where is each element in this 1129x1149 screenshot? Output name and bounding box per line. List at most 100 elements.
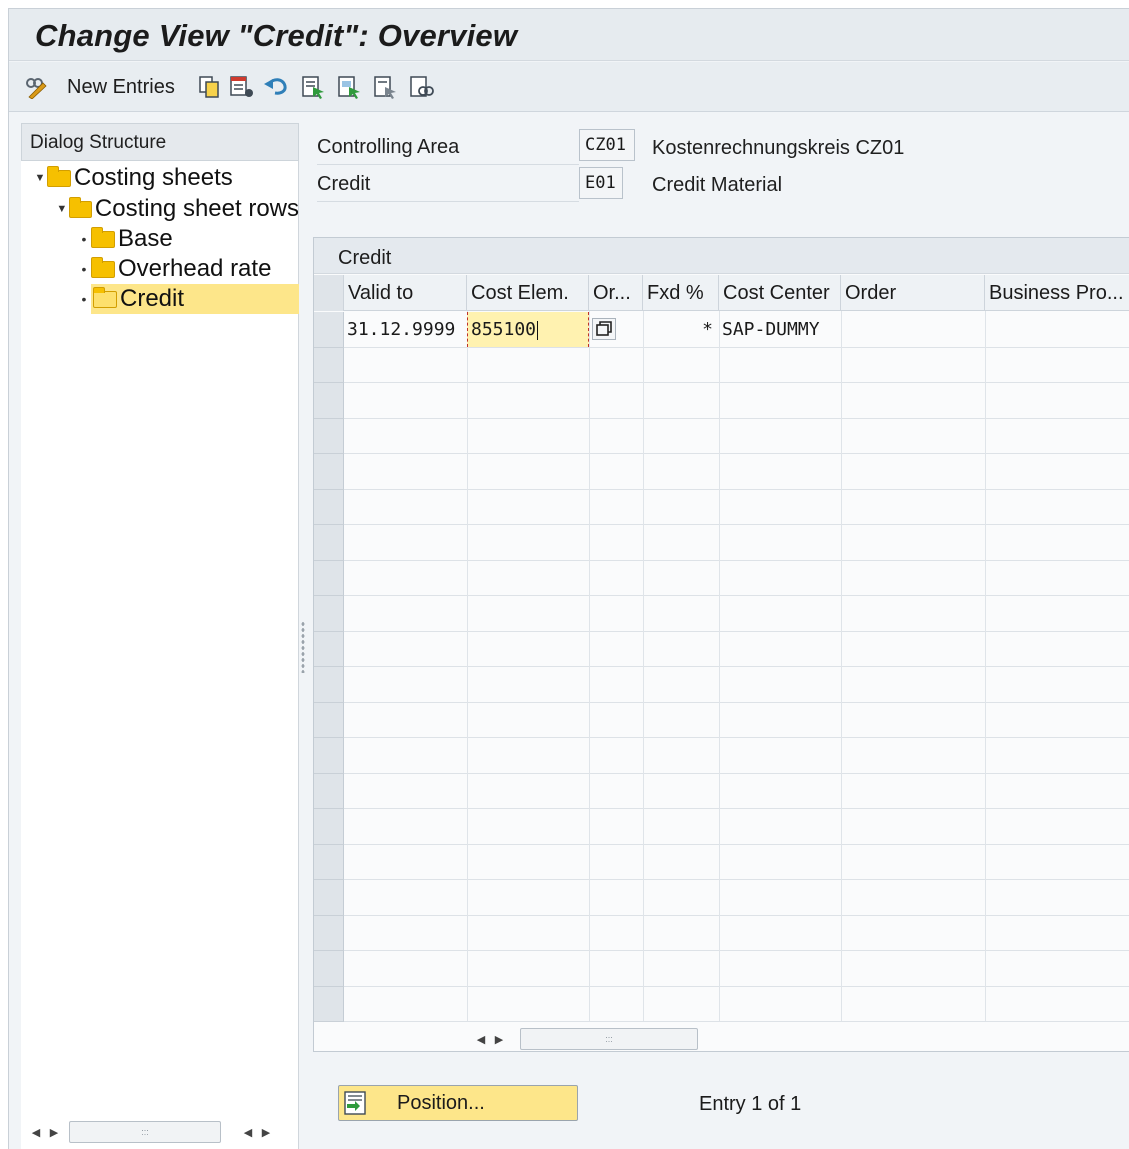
- scroll-left-icon[interactable]: ◀: [239, 1126, 257, 1139]
- scroll-left-icon[interactable]: ◀: [27, 1126, 45, 1139]
- row-selector[interactable]: [314, 844, 344, 880]
- table-row[interactable]: [344, 951, 1129, 987]
- tree-node-costing-sheets[interactable]: ▼ Costing sheets: [33, 163, 299, 193]
- application-toolbar: New Entries: [9, 62, 1129, 112]
- tree-node-overhead-rate[interactable]: • Overhead rate: [77, 254, 299, 284]
- folder-icon: [91, 256, 115, 278]
- cell-cost-elem[interactable]: 855100: [467, 312, 589, 347]
- table-row[interactable]: [344, 703, 1129, 738]
- column-header-order[interactable]: Order: [841, 275, 985, 311]
- row-selector[interactable]: [314, 738, 344, 774]
- row-selector[interactable]: [314, 560, 344, 596]
- new-entries-button[interactable]: New Entries: [67, 72, 175, 102]
- page-title: Change View "Credit": Overview: [35, 18, 518, 53]
- scroll-right-icon[interactable]: ▶: [257, 1126, 275, 1139]
- table-row[interactable]: [344, 916, 1129, 951]
- table-row[interactable]: [344, 454, 1129, 490]
- row-selector[interactable]: [314, 773, 344, 809]
- row-selector[interactable]: [314, 525, 344, 561]
- display-change-button[interactable]: [23, 72, 49, 102]
- tree-node-label: Overhead rate: [118, 255, 272, 282]
- credit-field[interactable]: E01: [579, 167, 623, 199]
- print-preview-button[interactable]: [409, 72, 435, 102]
- position-button[interactable]: Position...: [338, 1085, 578, 1121]
- table-row[interactable]: [344, 738, 1129, 774]
- deselect-all-button[interactable]: [373, 72, 399, 102]
- expand-arrow-icon[interactable]: ▼: [33, 172, 47, 184]
- tree-node-base[interactable]: • Base: [77, 224, 299, 254]
- row-selector[interactable]: [314, 596, 344, 632]
- undo-button[interactable]: [263, 72, 289, 102]
- table-row[interactable]: [344, 419, 1129, 454]
- table-row[interactable]: [344, 348, 1129, 383]
- table-row[interactable]: [344, 880, 1129, 916]
- row-selector[interactable]: [314, 631, 344, 667]
- row-selector[interactable]: [314, 986, 344, 1022]
- table-row[interactable]: [344, 632, 1129, 667]
- row-selector[interactable]: [314, 383, 344, 419]
- row-selector[interactable]: [314, 347, 344, 383]
- row-selector[interactable]: [314, 418, 344, 454]
- scroll-thumb[interactable]: :::: [520, 1028, 698, 1050]
- cell-fxd[interactable]: *: [643, 312, 719, 347]
- column-header-cost-center[interactable]: Cost Center: [719, 275, 841, 311]
- scroll-right-icon[interactable]: ▶: [45, 1126, 63, 1139]
- table-row[interactable]: [344, 383, 1129, 419]
- cell-cost-center[interactable]: SAP-DUMMY: [719, 312, 841, 347]
- column-header-cost-elem[interactable]: Cost Elem.: [467, 275, 589, 311]
- column-header-valid-to[interactable]: Valid to: [344, 275, 467, 311]
- table-row[interactable]: [344, 987, 1129, 1022]
- column-header-fxd[interactable]: Fxd %: [643, 275, 719, 311]
- dialog-structure-pane: Dialog Structure ▼ Costing sheets ▼ Cost…: [21, 123, 299, 1149]
- new-entries-label: New Entries: [67, 75, 175, 98]
- table-row[interactable]: [344, 525, 1129, 561]
- row-selector[interactable]: [314, 454, 344, 490]
- tree-node-label: Costing sheet rows: [94, 195, 299, 222]
- table-row[interactable]: [344, 561, 1129, 596]
- cell-business-process[interactable]: [985, 312, 1129, 347]
- row-selector[interactable]: [314, 312, 344, 348]
- table-row[interactable]: [344, 596, 1129, 632]
- dialog-structure-header: Dialog Structure: [21, 123, 299, 161]
- scroll-left-icon[interactable]: ◀: [472, 1033, 490, 1046]
- copy-button[interactable]: [197, 72, 221, 102]
- column-header-business-process[interactable]: Business Pro...: [985, 275, 1129, 311]
- select-block-button[interactable]: [337, 72, 363, 102]
- select-all-rows-button[interactable]: [314, 275, 344, 311]
- scroll-right-icon[interactable]: ▶: [490, 1033, 508, 1046]
- table-row[interactable]: [344, 845, 1129, 880]
- tree-node-costing-sheet-rows[interactable]: ▼ Costing sheet rows: [55, 194, 299, 224]
- row-selector[interactable]: [314, 489, 344, 525]
- select-block-icon: [338, 76, 360, 99]
- delete-button[interactable]: [229, 72, 255, 102]
- position-button-label: Position...: [397, 1091, 485, 1114]
- row-selector[interactable]: [314, 667, 344, 703]
- table-title: Credit: [314, 238, 1129, 274]
- row-selector[interactable]: [314, 702, 344, 738]
- cell-valid-to[interactable]: 31.12.9999: [344, 312, 467, 347]
- expand-arrow-icon[interactable]: ▼: [55, 203, 69, 215]
- delete-icon: [230, 76, 253, 97]
- scroll-thumb[interactable]: :::: [69, 1121, 221, 1143]
- row-selector[interactable]: [314, 809, 344, 845]
- table-row[interactable]: [344, 490, 1129, 525]
- left-pane-scrollbar[interactable]: ◀ ▶ ::: ◀ ▶: [27, 1121, 275, 1143]
- tree-node-credit[interactable]: • Credit: [77, 284, 299, 314]
- row-selector[interactable]: [314, 951, 344, 987]
- copy-icon: [199, 76, 219, 98]
- credit-table: Credit Valid to Cost Elem. Or... Fxd % C…: [313, 237, 1129, 1052]
- value-help-button[interactable]: [592, 318, 616, 340]
- column-header-or[interactable]: Or...: [589, 275, 643, 311]
- row-selector[interactable]: [314, 915, 344, 951]
- pane-splitter-handle[interactable]: [301, 621, 305, 673]
- tree-node-label: Base: [118, 225, 173, 252]
- table-horizontal-scrollbar[interactable]: ◀ ▶ :::: [472, 1028, 698, 1050]
- table-row[interactable]: [344, 667, 1129, 703]
- controlling-area-field[interactable]: CZ01: [579, 129, 635, 161]
- table-row[interactable]: [344, 774, 1129, 809]
- row-selector[interactable]: [314, 880, 344, 916]
- select-all-button[interactable]: [301, 72, 327, 102]
- table-row[interactable]: [344, 809, 1129, 845]
- cell-order[interactable]: [841, 312, 985, 347]
- folder-icon: [68, 196, 92, 218]
